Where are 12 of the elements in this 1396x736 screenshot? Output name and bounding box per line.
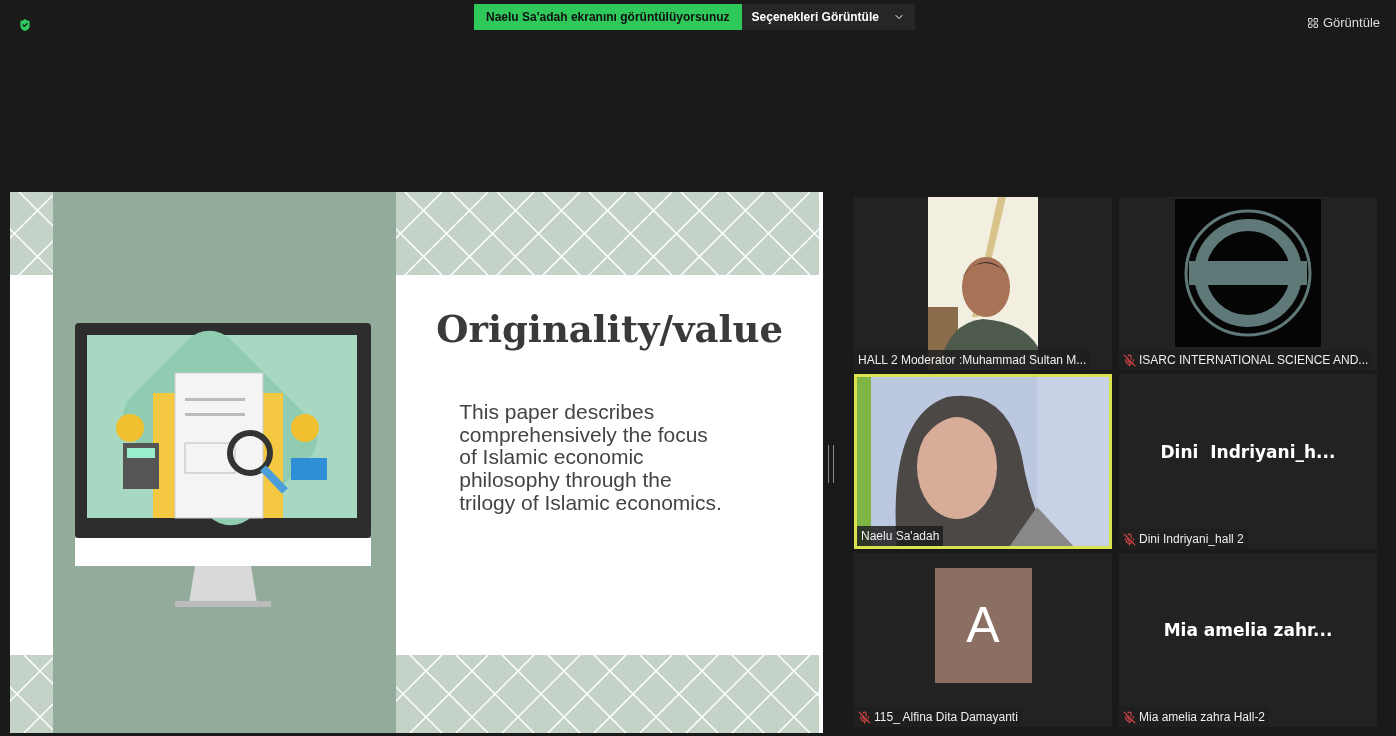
view-options-button[interactable]: Seçenekleri Görüntüle [741,4,915,30]
screen-share-banner: Naelu Sa'adah ekranını görüntülüyorsunuz [474,4,742,30]
slide-title: Originality/value [436,307,783,351]
participant-name: Dini Indriyani_h... [1160,441,1336,462]
participant-name: Mia amelia zahr... [1163,620,1333,640]
name-label: Naelu Sa'adah [857,526,944,546]
resize-handle[interactable] [828,445,834,483]
avatar: A [934,567,1032,683]
security-shield-icon[interactable] [17,17,33,33]
slide-text: This paper describes comprehensively the focus of Islamic economic philosophy through the trilogy of Islamic economics. [459,401,723,515]
view-button[interactable]: Görüntüle [1300,14,1386,31]
layout-icon [1306,16,1319,29]
